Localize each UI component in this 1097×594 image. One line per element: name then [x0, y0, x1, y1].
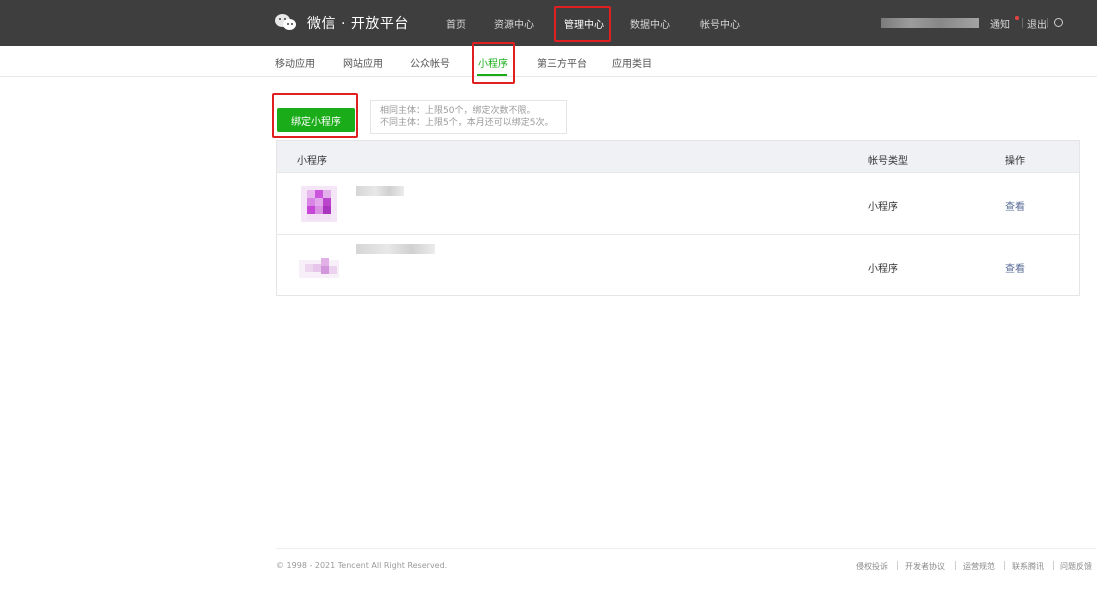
copyright: © 1998 - 2021 Tencent All Right Reserved…	[276, 561, 448, 570]
divider	[1004, 561, 1005, 570]
subnav-web-apps[interactable]: 网站应用	[343, 55, 383, 70]
footer-link-developer-agreement[interactable]: 开发者协议	[905, 561, 945, 572]
highlight-bind-button	[272, 93, 358, 138]
subnav-third-party-platform[interactable]: 第三方平台	[537, 55, 587, 70]
sub-nav: 移动应用 网站应用 公众帐号 小程序 第三方平台 应用类目	[0, 46, 1097, 77]
logo-text: 微信 · 开放平台	[307, 16, 409, 32]
footer-link-contact-tencent[interactable]: 联系腾讯	[1012, 561, 1044, 572]
header-mini-program: 小程序	[297, 156, 327, 167]
highlight-management-center	[554, 6, 611, 42]
account-type: 小程序	[868, 202, 898, 213]
view-link[interactable]: 查看	[1005, 198, 1025, 213]
nav-account-center[interactable]: 帐号中心	[700, 16, 740, 31]
logo[interactable]: 微信 · 开放平台	[275, 12, 409, 34]
globe-icon[interactable]	[1054, 18, 1063, 27]
logout-link[interactable]: 退出	[1027, 16, 1047, 31]
divider	[955, 561, 956, 570]
table-row: 小程序 查看	[277, 234, 1079, 296]
bind-limit-tip: 相同主体：上限50个，绑定次数不限。 不同主体：上限5个，本月还可以绑定5次。	[370, 100, 567, 134]
subnav-official-accounts[interactable]: 公众帐号	[410, 55, 450, 70]
subnav-app-categories[interactable]: 应用类目	[612, 55, 652, 70]
top-bar: 微信 · 开放平台 首页 资源中心 管理中心 数据中心 帐号中心 通知 退出 简	[0, 0, 1097, 46]
wechat-logo-icon	[275, 14, 297, 32]
divider	[1047, 18, 1048, 28]
notice-dot-icon	[1015, 16, 1019, 20]
subnav-mobile-apps[interactable]: 移动应用	[275, 55, 315, 70]
footer-divider	[276, 548, 1096, 549]
footer-link-feedback[interactable]: 问题反馈	[1060, 561, 1092, 572]
nav-home[interactable]: 首页	[446, 16, 466, 31]
mini-program-table: 小程序 帐号类型 操作 小程序 查看 小程序 查看	[276, 140, 1080, 296]
mini-program-avatar-blurred	[299, 184, 339, 224]
nav-data-center[interactable]: 数据中心	[630, 16, 670, 31]
header-actions: 操作	[1005, 156, 1025, 167]
mini-program-name-blurred	[356, 244, 435, 254]
header-account-type: 帐号类型	[868, 156, 908, 167]
view-link[interactable]: 查看	[1005, 260, 1025, 275]
mini-program-name-blurred	[356, 186, 404, 196]
tip-line-different-entity: 不同主体：上限5个，本月还可以绑定5次。	[380, 118, 554, 128]
highlight-mini-programs-tab	[472, 42, 515, 84]
table-header: 小程序 帐号类型 操作	[277, 141, 1079, 172]
footer-link-operation-rules[interactable]: 运营规范	[963, 561, 995, 572]
divider	[897, 561, 898, 570]
tip-line-same-entity: 相同主体：上限50个，绑定次数不限。	[380, 106, 536, 116]
divider	[1053, 561, 1054, 570]
account-name-blurred	[881, 18, 979, 28]
table-row: 小程序 查看	[277, 172, 1079, 234]
notice-link[interactable]: 通知	[990, 16, 1010, 31]
account-type: 小程序	[868, 264, 898, 275]
divider	[1022, 18, 1023, 28]
footer-link-infringement[interactable]: 侵权投诉	[856, 561, 888, 572]
nav-resource-center[interactable]: 资源中心	[494, 16, 534, 31]
mini-program-avatar-blurred	[299, 246, 339, 286]
